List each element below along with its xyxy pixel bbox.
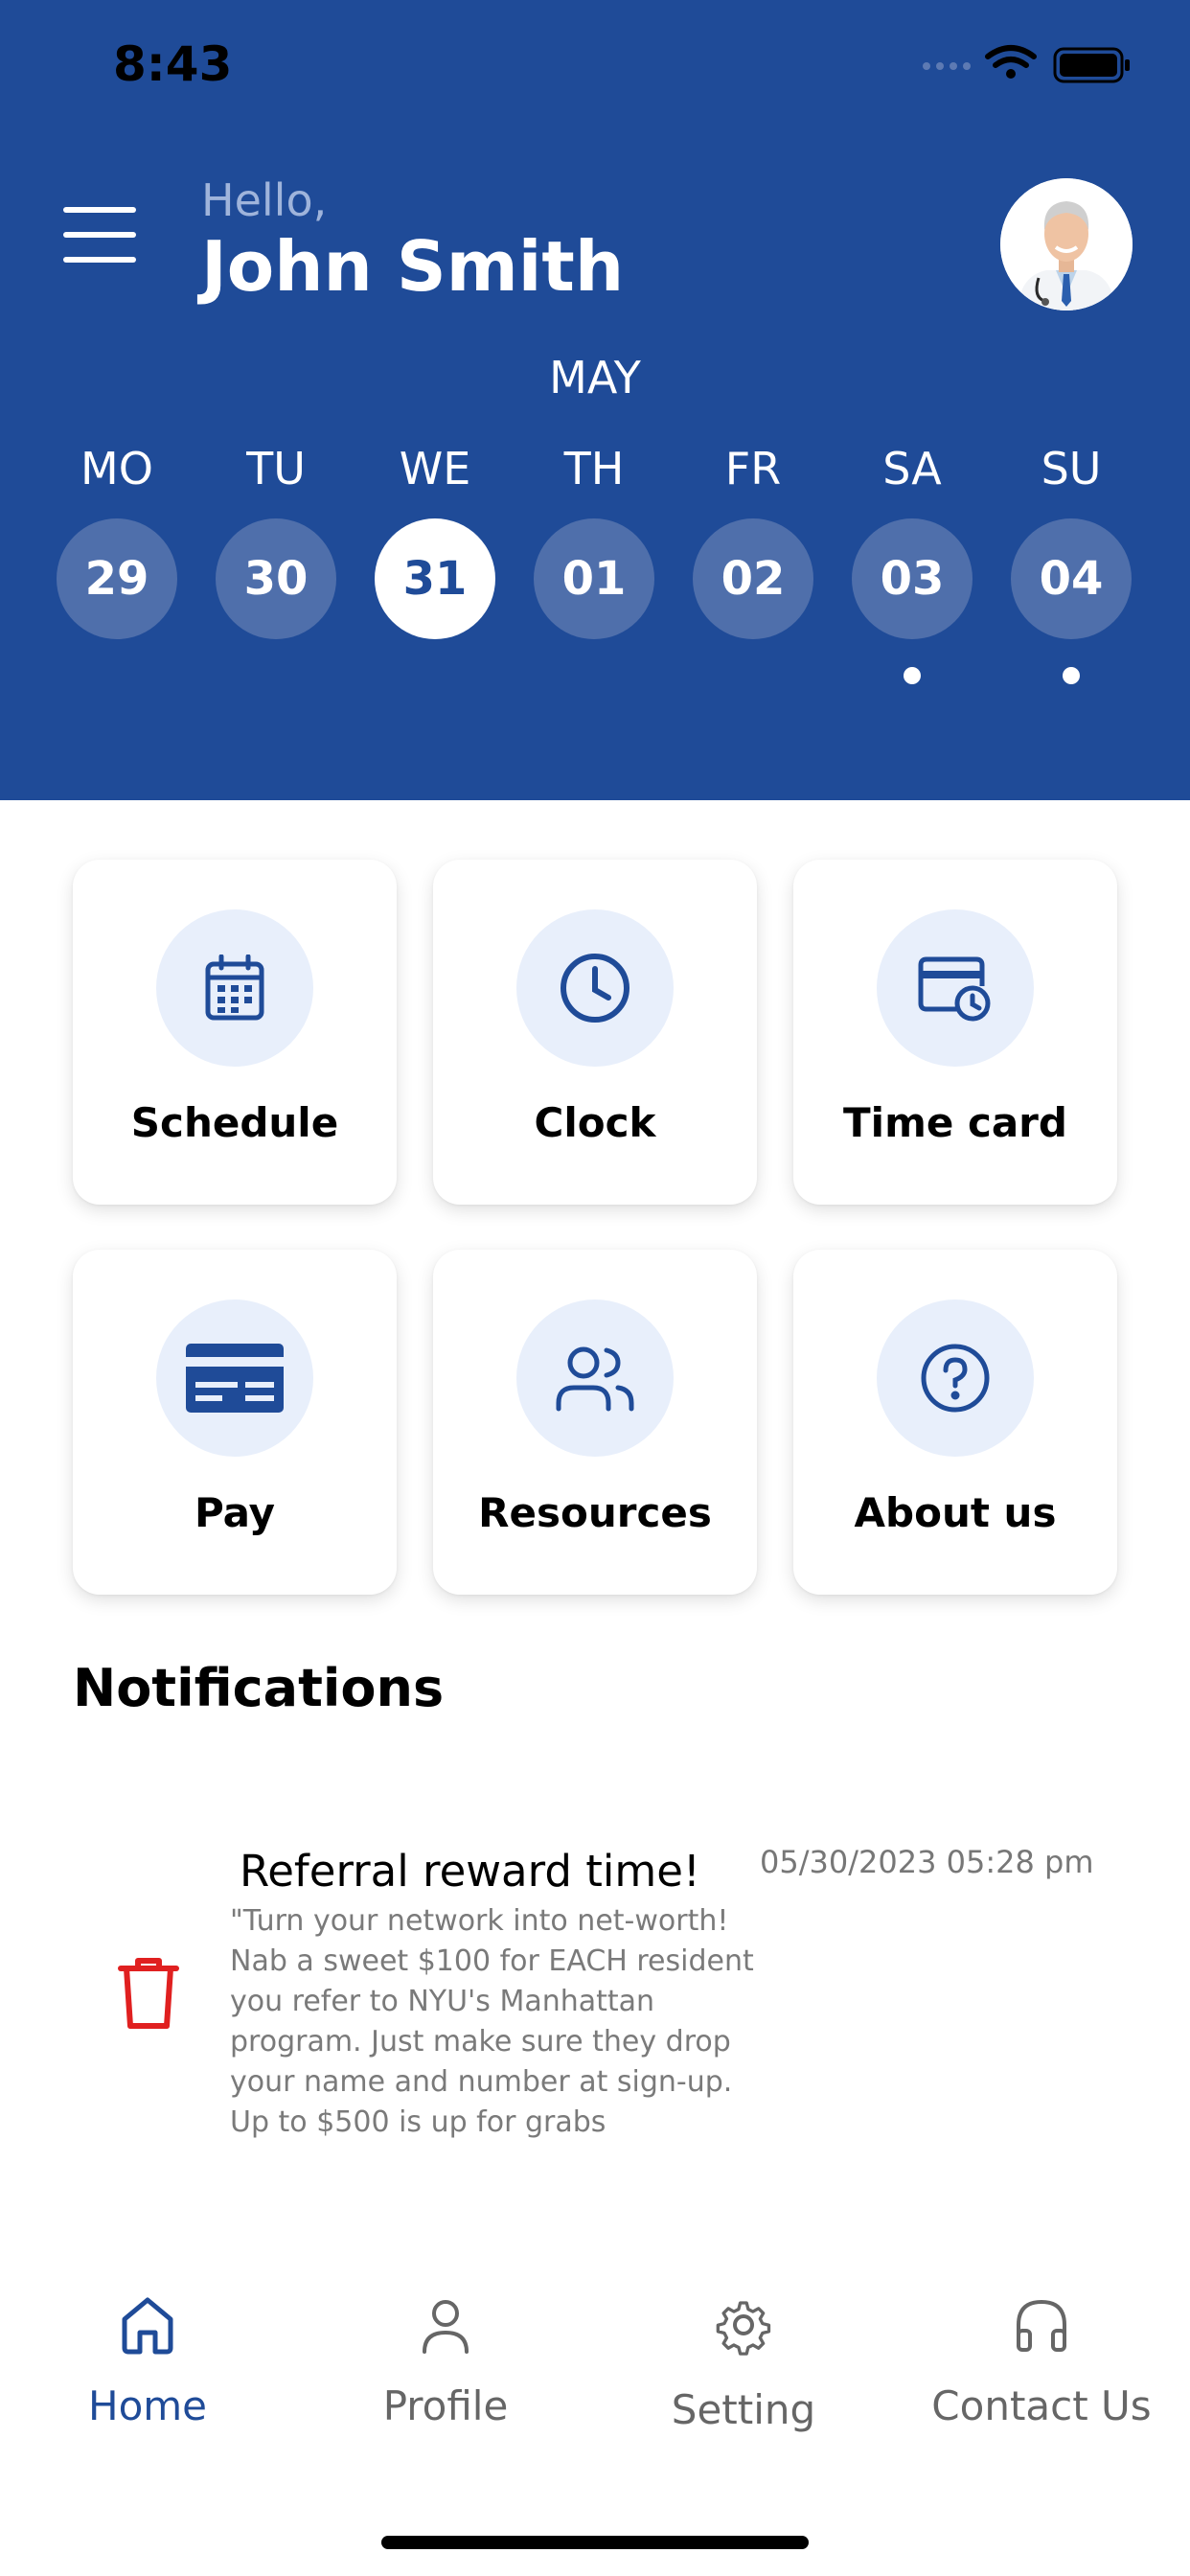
date-button-29[interactable]: 29 (57, 518, 177, 639)
calendar-icon (156, 909, 313, 1067)
menu-line (63, 257, 136, 263)
date-button-03[interactable]: 03 (852, 518, 973, 639)
nav-setting[interactable]: Setting (600, 2281, 887, 2453)
nav-profile[interactable]: Profile (302, 2281, 589, 2453)
status-time: 8:43 (113, 36, 233, 92)
resources-tile[interactable]: Resources (433, 1250, 757, 1595)
day-name-su: SU (1041, 443, 1102, 494)
event-dot-su (1063, 667, 1080, 684)
headphones-icon (1017, 2300, 1066, 2352)
wifi-icon (985, 45, 1037, 68)
pay-label: Pay (194, 1489, 276, 1536)
home-indicator (381, 2536, 809, 2549)
nav-setting-label: Setting (671, 2386, 816, 2433)
user-icon (423, 2300, 469, 2354)
delete-trash-icon[interactable] (115, 1955, 182, 2030)
schedule-tile[interactable]: Schedule (73, 860, 397, 1205)
day-name-sa: SA (882, 443, 942, 494)
notification-body: "Turn your network into net-worth! Nab a… (230, 1904, 754, 2139)
time-card-icon (877, 909, 1034, 1067)
notification-date: 05/30/2023 05:28 pm (760, 1844, 1094, 1880)
day-name-fr: FR (724, 443, 782, 494)
event-dot-sa (904, 667, 921, 684)
nav-contact-us[interactable]: Contact Us (898, 2281, 1185, 2453)
users-icon (516, 1300, 674, 1457)
day-name-we: WE (399, 443, 471, 494)
month-label: MAY (549, 352, 641, 403)
clock-label: Clock (534, 1099, 656, 1146)
credit-card-icon (156, 1300, 313, 1457)
about-us-tile[interactable]: About us (793, 1250, 1117, 1595)
home-icon (122, 2297, 173, 2355)
day-name-th: TH (563, 443, 625, 494)
date-button-31-selected[interactable]: 31 (375, 518, 495, 639)
help-circle-icon (877, 1300, 1034, 1457)
date-button-01[interactable]: 01 (534, 518, 654, 639)
wifi-dot (1006, 69, 1016, 79)
nav-profile-label: Profile (382, 2382, 509, 2429)
nav-home-label: Home (87, 2382, 208, 2429)
notification-title: Referral reward time! (240, 1846, 700, 1897)
menu-line (63, 232, 136, 238)
battery-icon (1053, 47, 1130, 83)
day-name-mo: MO (80, 443, 153, 494)
schedule-label: Schedule (130, 1099, 339, 1146)
clock-tile[interactable]: Clock (433, 860, 757, 1205)
avatar[interactable] (1000, 178, 1133, 310)
status-icons (923, 45, 1130, 83)
menu-line (63, 207, 136, 213)
date-button-02[interactable]: 02 (693, 518, 813, 639)
day-name-tu: TU (246, 443, 306, 494)
time-card-label: Time card (843, 1099, 1067, 1146)
nav-home[interactable]: Home (4, 2281, 291, 2453)
time-card-tile[interactable]: Time card (793, 860, 1117, 1205)
doctor-avatar-icon (1000, 178, 1133, 310)
clock-icon (516, 909, 674, 1067)
menu-button[interactable] (63, 207, 138, 264)
date-button-04[interactable]: 04 (1011, 518, 1132, 639)
gear-icon (716, 2301, 771, 2356)
greeting: Hello, (201, 174, 328, 226)
date-button-30[interactable]: 30 (216, 518, 336, 639)
resources-label: Resources (478, 1489, 712, 1536)
notifications-heading: Notifications (73, 1658, 445, 1718)
about-us-label: About us (854, 1489, 1057, 1536)
header: 8:43 Hello, John Smith MAY MO TU WE TH F… (0, 0, 1190, 800)
nav-contact-us-label: Contact Us (931, 2382, 1152, 2429)
user-name: John Smith (201, 226, 625, 307)
signal-icon (923, 62, 971, 70)
pay-tile[interactable]: Pay (73, 1250, 397, 1595)
